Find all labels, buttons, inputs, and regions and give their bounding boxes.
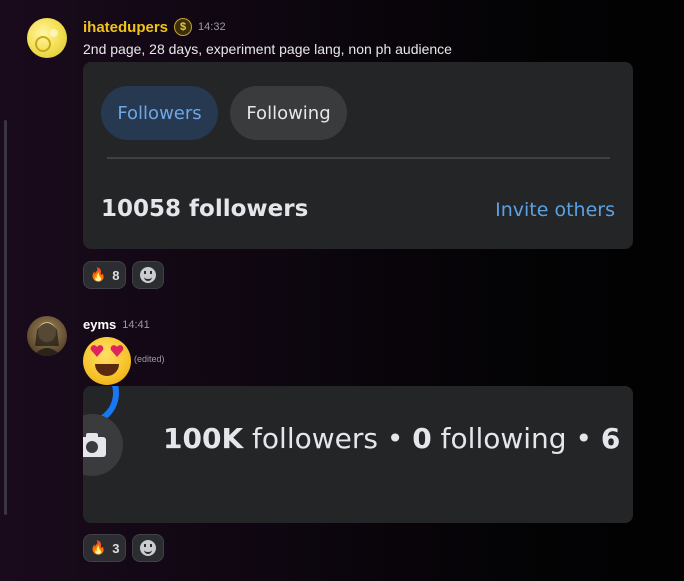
message-text: 2nd page, 28 days, experiment page lang,… [83, 41, 452, 57]
invite-others-link: Invite others [495, 199, 615, 221]
followers-label: followers [243, 422, 378, 455]
cut-off-text: 6 [600, 422, 621, 455]
username[interactable]: ihatedupers [83, 19, 168, 36]
camera-icon [83, 414, 123, 476]
reaction-count: 8 [112, 267, 120, 283]
heart-icon [110, 345, 124, 357]
profile-stats: 100K followers • 0 following • 6 [163, 422, 620, 455]
follower-count: 10058 followers [101, 196, 309, 222]
embedded-image-followers[interactable]: Followers Following 10058 followers Invi… [83, 62, 633, 249]
separator: • [377, 422, 413, 455]
fire-icon: 🔥 [90, 540, 107, 555]
tab-following: Following [230, 86, 347, 140]
timestamp: 14:32 [198, 21, 226, 33]
reaction-fire[interactable]: 🔥 3 [83, 534, 127, 562]
avatar[interactable] [27, 18, 67, 58]
mouth [95, 364, 119, 376]
add-reaction-button[interactable] [132, 261, 165, 289]
followers-number: 100K [163, 422, 244, 455]
divider [107, 157, 610, 159]
reactions: 🔥 8 [83, 261, 165, 289]
reaction-fire[interactable]: 🔥 8 [83, 261, 127, 289]
heart-eyes-emoji-icon [83, 337, 131, 385]
heart-icon [90, 345, 104, 357]
message-header: ihatedupers $ 14:32 [83, 18, 226, 36]
reaction-count: 3 [112, 540, 120, 556]
scrollbar[interactable] [4, 120, 7, 515]
add-reaction-button[interactable] [132, 534, 165, 562]
dollar-badge-icon: $ [174, 18, 193, 36]
embedded-image-profile[interactable]: 100K followers • 0 following • 6 [83, 386, 633, 523]
avatar-image-icon [35, 29, 58, 52]
tab-followers: Followers [101, 86, 218, 140]
timestamp: 14:41 [122, 318, 150, 331]
reactions: 🔥 3 [83, 534, 165, 562]
username[interactable]: eyms [83, 317, 116, 332]
message-header: eyms 14:41 [83, 317, 150, 332]
following-label: following [431, 422, 567, 455]
following-number: 0 [412, 422, 432, 455]
smiley-icon [140, 540, 157, 556]
smiley-icon [140, 267, 157, 283]
edited-label: (edited) [134, 354, 165, 364]
separator: • [566, 422, 601, 455]
avatar[interactable] [27, 316, 67, 356]
fire-icon: 🔥 [90, 267, 107, 282]
avatar-image-icon [33, 322, 61, 356]
